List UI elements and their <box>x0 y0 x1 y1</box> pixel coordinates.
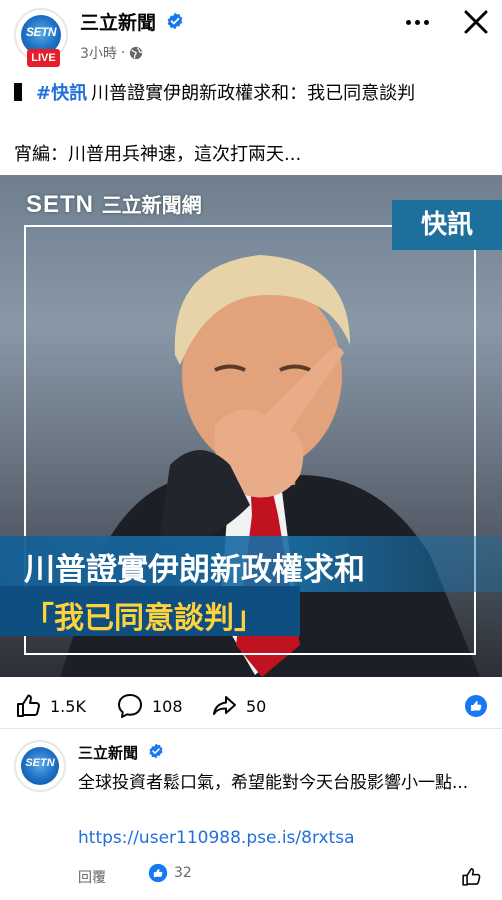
post-time[interactable]: 3小時 <box>80 43 117 63</box>
comment-reaction-count: 32 <box>174 865 192 881</box>
live-badge: LIVE <box>27 49 60 67</box>
thumbs-up-icon <box>17 694 40 717</box>
comment-author[interactable]: 三立新聞 <box>78 742 138 763</box>
comment-button[interactable]: 108 <box>116 692 183 720</box>
share-count: 50 <box>246 696 267 716</box>
page-name[interactable]: 三立新聞 <box>80 8 156 35</box>
caption-banner-1: 川普證實伊朗新政權求和 <box>0 536 502 592</box>
caption-line-1: 川普證實伊朗新政權求和 <box>24 552 365 588</box>
like-count: 1.5K <box>50 696 86 716</box>
caption-line-2: 「我已同意談判」 <box>24 601 264 636</box>
like-reaction-icon <box>465 695 487 717</box>
comment-avatar[interactable]: SETN <box>14 740 66 792</box>
avatar-logo-text: SETN <box>25 757 55 769</box>
comment-count: 108 <box>152 696 183 716</box>
dot-icon <box>423 19 429 25</box>
post-meta: 3小時 · <box>80 43 143 63</box>
headline-text: 川普證實伊朗新政權求和：我已同意談判 <box>91 83 416 104</box>
post-headline: #快訊 川普證實伊朗新政權求和：我已同意談判 <box>14 79 415 105</box>
post-subline: 宵編：川普用兵神速，這次打兩天... <box>14 144 302 165</box>
hashtag-link[interactable]: #快訊 <box>36 83 87 104</box>
post-image[interactable]: SETN 三立新聞網 快訊 川普證實伊朗新政權求和 「我已同意談判」 <box>0 175 502 677</box>
share-button[interactable]: 50 <box>210 692 266 720</box>
flash-badge: 快訊 <box>392 200 502 250</box>
meta-separator: · <box>120 45 126 61</box>
close-icon[interactable] <box>460 6 492 38</box>
action-bar: 1.5K 108 50 <box>0 688 502 724</box>
comment-text: 全球投資者鬆口氣，希望能對今天台股影響小一點... <box>78 773 469 793</box>
comment-bubble-icon <box>118 694 142 718</box>
avatar-logo-text: SETN <box>25 25 57 39</box>
section-divider <box>0 728 502 729</box>
comment-reactions[interactable]: 32 <box>148 863 192 883</box>
comment-like-icon[interactable] <box>460 866 482 888</box>
globe-icon <box>130 46 143 60</box>
reply-button[interactable]: 回覆 <box>78 867 106 887</box>
more-options-button[interactable] <box>400 8 434 36</box>
setn-watermark: SETN 三立新聞網 <box>26 189 202 219</box>
watermark-latin: SETN <box>26 191 95 218</box>
dot-icon <box>414 19 420 25</box>
verified-badge-icon <box>167 12 183 30</box>
caption-banner-2: 「我已同意談判」 <box>0 586 300 636</box>
post-header: SETN LIVE 三立新聞 3小時 · <box>0 0 502 70</box>
verified-badge-icon <box>149 743 163 759</box>
dot-icon <box>405 19 411 25</box>
like-button[interactable]: 1.5K <box>14 692 86 720</box>
like-reaction-icon <box>148 863 168 883</box>
comment-link[interactable]: https://user110988.pse.is/8rxtsa <box>78 828 354 848</box>
share-arrow-icon <box>213 696 236 715</box>
headline-bar <box>14 83 22 101</box>
watermark-cn: 三立新聞網 <box>101 193 202 217</box>
